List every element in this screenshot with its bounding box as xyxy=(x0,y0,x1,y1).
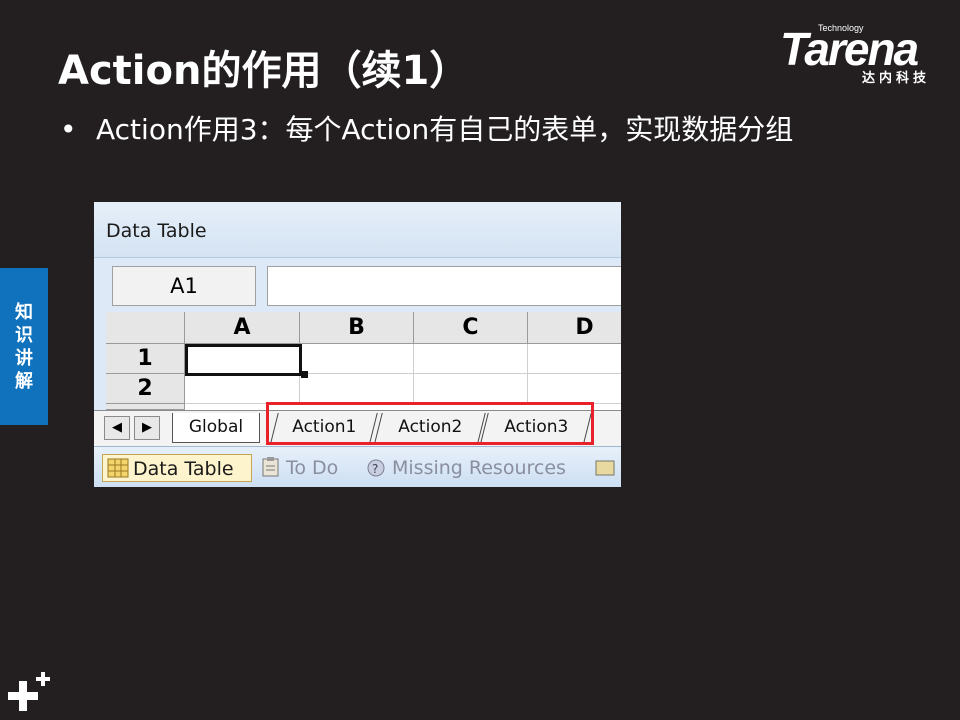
side-tab-char: 解 xyxy=(15,370,33,392)
action-tabs-highlight xyxy=(266,402,594,445)
clipboard-icon xyxy=(262,457,279,477)
sheet-nav-prev-button[interactable]: ◀ xyxy=(104,416,130,440)
more-pane-icon xyxy=(595,460,615,476)
data-table-screenshot: Data Table A1 A B C D 1 2 ◀ ▶ Global Act… xyxy=(94,202,621,487)
column-header-d[interactable]: D xyxy=(528,312,621,344)
cell-c2[interactable] xyxy=(414,374,528,404)
bottom-pane-bar: Data Table To Do ? Missing Resources xyxy=(94,446,621,487)
fill-handle[interactable] xyxy=(301,371,308,378)
logo-sub-text: 达内科技 xyxy=(862,71,931,86)
bullet-text: Action作用3：每个Action有自己的表单，实现数据分组 xyxy=(96,113,794,146)
bottom-tab-missing-resources[interactable]: ? Missing Resources xyxy=(366,454,566,482)
column-header-b[interactable]: B xyxy=(300,312,414,344)
side-tab-char: 知 xyxy=(15,301,33,323)
bottom-tab-to-do[interactable]: To Do xyxy=(260,454,338,482)
plus-icon xyxy=(8,672,50,711)
cell-d1[interactable] xyxy=(528,344,621,374)
tarena-logo: Tarena 达内科技 xyxy=(780,24,946,86)
column-header-c[interactable]: C xyxy=(414,312,528,344)
cell-name-box[interactable]: A1 xyxy=(112,266,256,306)
bottom-tab-label: To Do xyxy=(286,457,339,479)
column-header-a[interactable]: A xyxy=(185,312,300,344)
sheet-tab-global[interactable]: Global xyxy=(172,413,260,443)
cell-d2[interactable] xyxy=(528,374,621,404)
row-header-1[interactable]: 1 xyxy=(106,344,185,374)
table-icon xyxy=(107,458,129,478)
cell-a2[interactable] xyxy=(185,374,300,404)
grid-corner[interactable] xyxy=(106,312,185,344)
bullet-marker: • xyxy=(60,113,77,146)
data-table-title: Data Table xyxy=(106,220,207,242)
bottom-tab-label: Missing Resources xyxy=(392,457,566,479)
bullet-point: • Action作用3：每个Action有自己的表单，实现数据分组 xyxy=(60,112,880,148)
bottom-tab-data-table[interactable]: Data Table xyxy=(102,454,252,482)
cell-b2[interactable] xyxy=(300,374,414,404)
side-tab-char: 讲 xyxy=(15,347,33,369)
side-tab-char: 识 xyxy=(15,324,33,346)
formula-input[interactable] xyxy=(267,266,621,306)
cell-a1-selected[interactable] xyxy=(185,344,302,376)
data-table-titlebar: Data Table xyxy=(94,202,621,258)
sheet-nav-next-button[interactable]: ▶ xyxy=(134,416,160,440)
bottom-tab-label: Data Table xyxy=(133,458,234,480)
row-header-2[interactable]: 2 xyxy=(106,374,185,404)
spreadsheet-grid: A B C D 1 2 xyxy=(106,312,621,410)
slide-title: Action的作用（续1） xyxy=(58,48,470,94)
bottom-tab-more[interactable] xyxy=(594,454,620,482)
missing-resource-icon: ? xyxy=(367,459,385,477)
cell-c1[interactable] xyxy=(414,344,528,374)
logo-small-text: Technology xyxy=(818,23,864,33)
svg-text:?: ? xyxy=(372,462,378,476)
side-tab-knowledge: 知 识 讲 解 xyxy=(0,268,48,425)
cell-b1[interactable] xyxy=(300,344,414,374)
